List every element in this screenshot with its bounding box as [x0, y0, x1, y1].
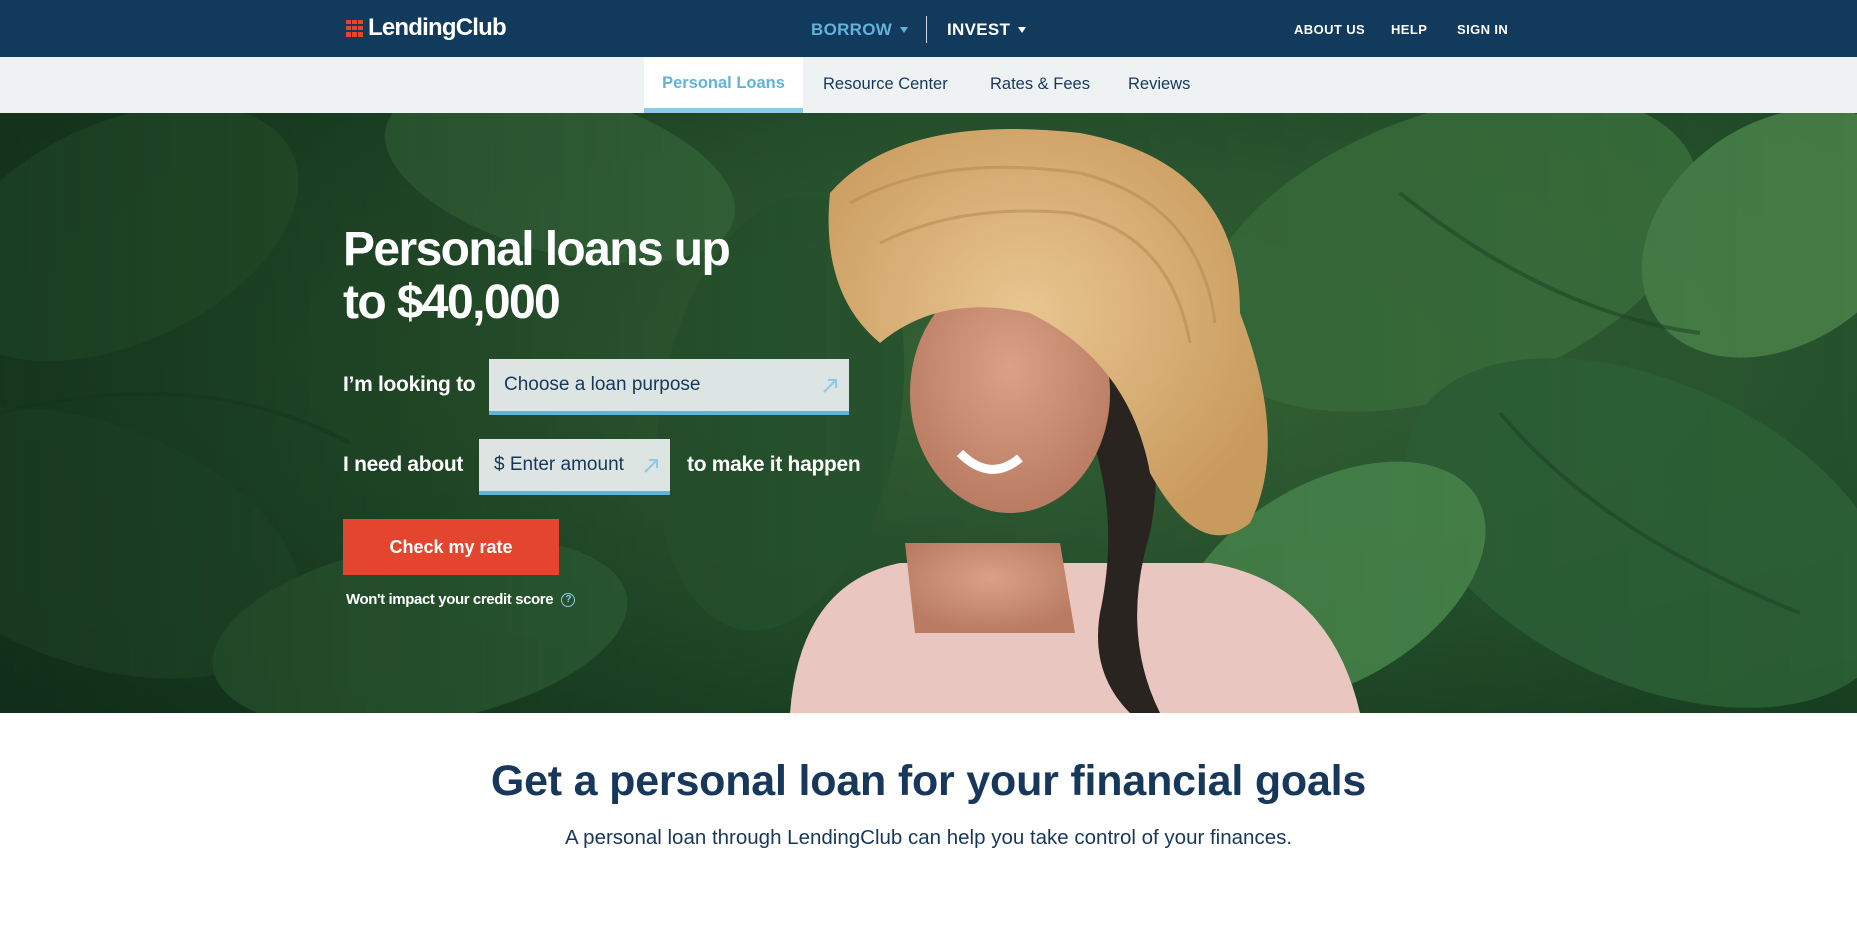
- logo-grid-icon: [346, 19, 363, 37]
- looking-to-label: I’m looking to: [343, 373, 476, 396]
- chevron-down-icon: [900, 27, 909, 33]
- section-subheading: A personal loan through LendingClub can …: [564, 826, 1293, 849]
- loan-purpose-placeholder: Choose a loan purpose: [504, 374, 701, 395]
- nav-divider: [926, 16, 927, 43]
- nav-invest-label: INVEST: [947, 20, 1011, 39]
- loan-amount-placeholder: $ Enter amount: [494, 454, 624, 475]
- need-about-label: I need about: [343, 453, 464, 476]
- section-heading: Get a personal loan for your financial g…: [490, 757, 1367, 805]
- nav-about-us-link[interactable]: ABOUT US: [1294, 22, 1365, 37]
- nav-borrow-label: BORROW: [811, 20, 893, 39]
- lendingclub-logo[interactable]: LendingClub: [346, 14, 507, 42]
- loan-purpose-select[interactable]: Choose a loan purpose: [489, 359, 849, 415]
- arrow-up-right-icon: [823, 379, 837, 393]
- disclaimer-text: Won't impact your credit score: [346, 591, 554, 608]
- check-my-rate-button[interactable]: Check my rate: [343, 519, 559, 575]
- hero-heading-line1: Personal loans up: [343, 223, 731, 276]
- hero-section: Personal loans up to $40,000 I’m looking…: [0, 113, 1857, 713]
- hero-heading: Personal loans up to $40,000: [343, 223, 843, 329]
- make-it-happen-label: to make it happen: [687, 453, 861, 476]
- loan-amount-input[interactable]: $ Enter amount: [479, 439, 670, 495]
- tab-rates-and-fees[interactable]: Rates & Fees: [990, 57, 1090, 113]
- tab-reviews[interactable]: Reviews: [1128, 57, 1190, 113]
- logo-text: LendingClub: [368, 14, 507, 41]
- hero-background-photo: [0, 113, 1857, 713]
- hero-heading-line2: to $40,000: [343, 276, 561, 329]
- help-circle-icon[interactable]: ?: [561, 592, 576, 607]
- credit-score-disclaimer: Won't impact your credit score ?: [346, 591, 576, 608]
- chevron-down-icon: [1018, 27, 1027, 33]
- top-navigation: LendingClub BORROW INVEST ABOUT US HELP …: [0, 0, 1857, 57]
- nav-help-link[interactable]: HELP: [1391, 22, 1427, 37]
- tab-resource-center[interactable]: Resource Center: [823, 57, 948, 113]
- tab-personal-loans[interactable]: Personal Loans: [644, 57, 803, 113]
- nav-borrow-menu[interactable]: BORROW: [811, 18, 909, 42]
- nav-invest-menu[interactable]: INVEST: [947, 18, 1027, 42]
- arrow-up-right-icon: [644, 459, 658, 473]
- sub-navigation: Personal Loans Resource Center Rates & F…: [0, 57, 1857, 113]
- nav-sign-in-link[interactable]: SIGN IN: [1457, 22, 1508, 37]
